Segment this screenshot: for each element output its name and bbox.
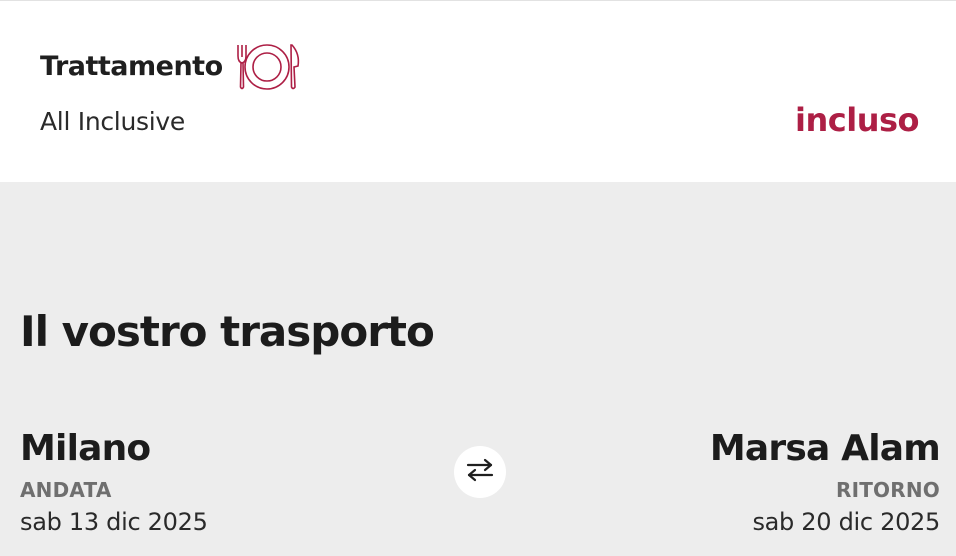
outbound-city: Milano xyxy=(20,428,151,469)
treatment-title: Trattamento xyxy=(40,51,223,82)
return-city: Marsa Alam xyxy=(709,428,941,469)
swap-direction-button[interactable] xyxy=(454,446,506,498)
outbound-label: ANDATA xyxy=(20,478,112,502)
treatment-included-badge: incluso xyxy=(795,101,920,139)
treatment-value: All Inclusive xyxy=(40,107,185,136)
return-label: RITORNO xyxy=(835,478,940,502)
return-date: sab 20 dic 2025 xyxy=(752,508,940,536)
transport-section-title: Il vostro trasporto xyxy=(20,307,435,356)
treatment-card: Trattamento All Inclusive incluso xyxy=(0,0,956,182)
outbound-date: sab 13 dic 2025 xyxy=(20,508,208,536)
plate-fork-knife-icon xyxy=(234,42,302,92)
swap-arrows-icon xyxy=(465,458,495,486)
